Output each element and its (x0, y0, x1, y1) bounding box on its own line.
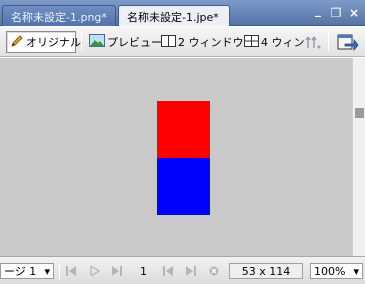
blue-rectangle (157, 158, 210, 215)
first-frame-icon[interactable] (66, 263, 77, 279)
page-select[interactable]: ージ 1 ▾ (0, 263, 54, 279)
zoom-select[interactable]: 100% ▾ (310, 263, 363, 279)
image-canvas[interactable] (0, 58, 352, 256)
four-window-label: 4 ウィン (261, 36, 305, 49)
export-arrow-icon[interactable] (334, 31, 362, 53)
view-toolbar: オリジナル プレビュー 2 ウィンドウ 4 ウィン (0, 27, 365, 57)
four-window-button[interactable]: 4 ウィン (241, 31, 308, 53)
minimize-button[interactable]: _ (311, 3, 325, 17)
original-view-label: オリジナル (26, 36, 81, 49)
play-icon[interactable] (90, 263, 100, 279)
tab-png-document[interactable]: 名称未設定-1.png* (2, 5, 116, 26)
scrollbar-thumb[interactable] (355, 108, 364, 118)
status-bar: ージ 1 ▾ 1 53 x 114 100% ▾ (0, 256, 365, 284)
four-pane-icon (244, 34, 259, 50)
preview-button[interactable]: プレビュー (86, 31, 165, 53)
pencil-icon (10, 34, 24, 51)
document-tab-bar: 名称未設定-1.png* 名称未設定-1.jpe* _ ❐ × (0, 0, 365, 26)
stop-icon[interactable] (209, 263, 219, 279)
tab-jpe-document[interactable]: 名称未設定-1.jpe* (118, 5, 230, 26)
vertical-scrollbar[interactable] (352, 58, 365, 256)
preview-label: プレビュー (107, 36, 162, 49)
toolbar-separator (328, 33, 329, 51)
chevron-down-icon: ▾ (44, 264, 50, 278)
picture-icon (89, 34, 105, 50)
maximize-button[interactable]: ❐ (329, 6, 343, 20)
original-view-button[interactable]: オリジナル (6, 31, 81, 53)
two-pane-icon (161, 34, 176, 50)
red-rectangle (157, 101, 210, 158)
chevron-down-icon: ▾ (353, 264, 359, 278)
image-dimensions: 53 x 114 (229, 263, 303, 279)
status-separator (59, 264, 60, 279)
two-window-label: 2 ウィンドウ (178, 36, 244, 49)
close-button[interactable]: × (347, 6, 361, 20)
dimmed-sliders-icon[interactable] (302, 31, 326, 53)
last-frame-icon[interactable] (112, 263, 123, 279)
page-select-value: ージ 1 (4, 265, 37, 278)
next-frame-icon[interactable] (186, 263, 197, 279)
toolbar-separator (81, 33, 82, 51)
previous-frame-icon[interactable] (163, 263, 174, 279)
two-window-button[interactable]: 2 ウィンドウ (158, 31, 247, 53)
frame-number: 1 (140, 264, 147, 278)
zoom-value: 100% (314, 264, 346, 278)
